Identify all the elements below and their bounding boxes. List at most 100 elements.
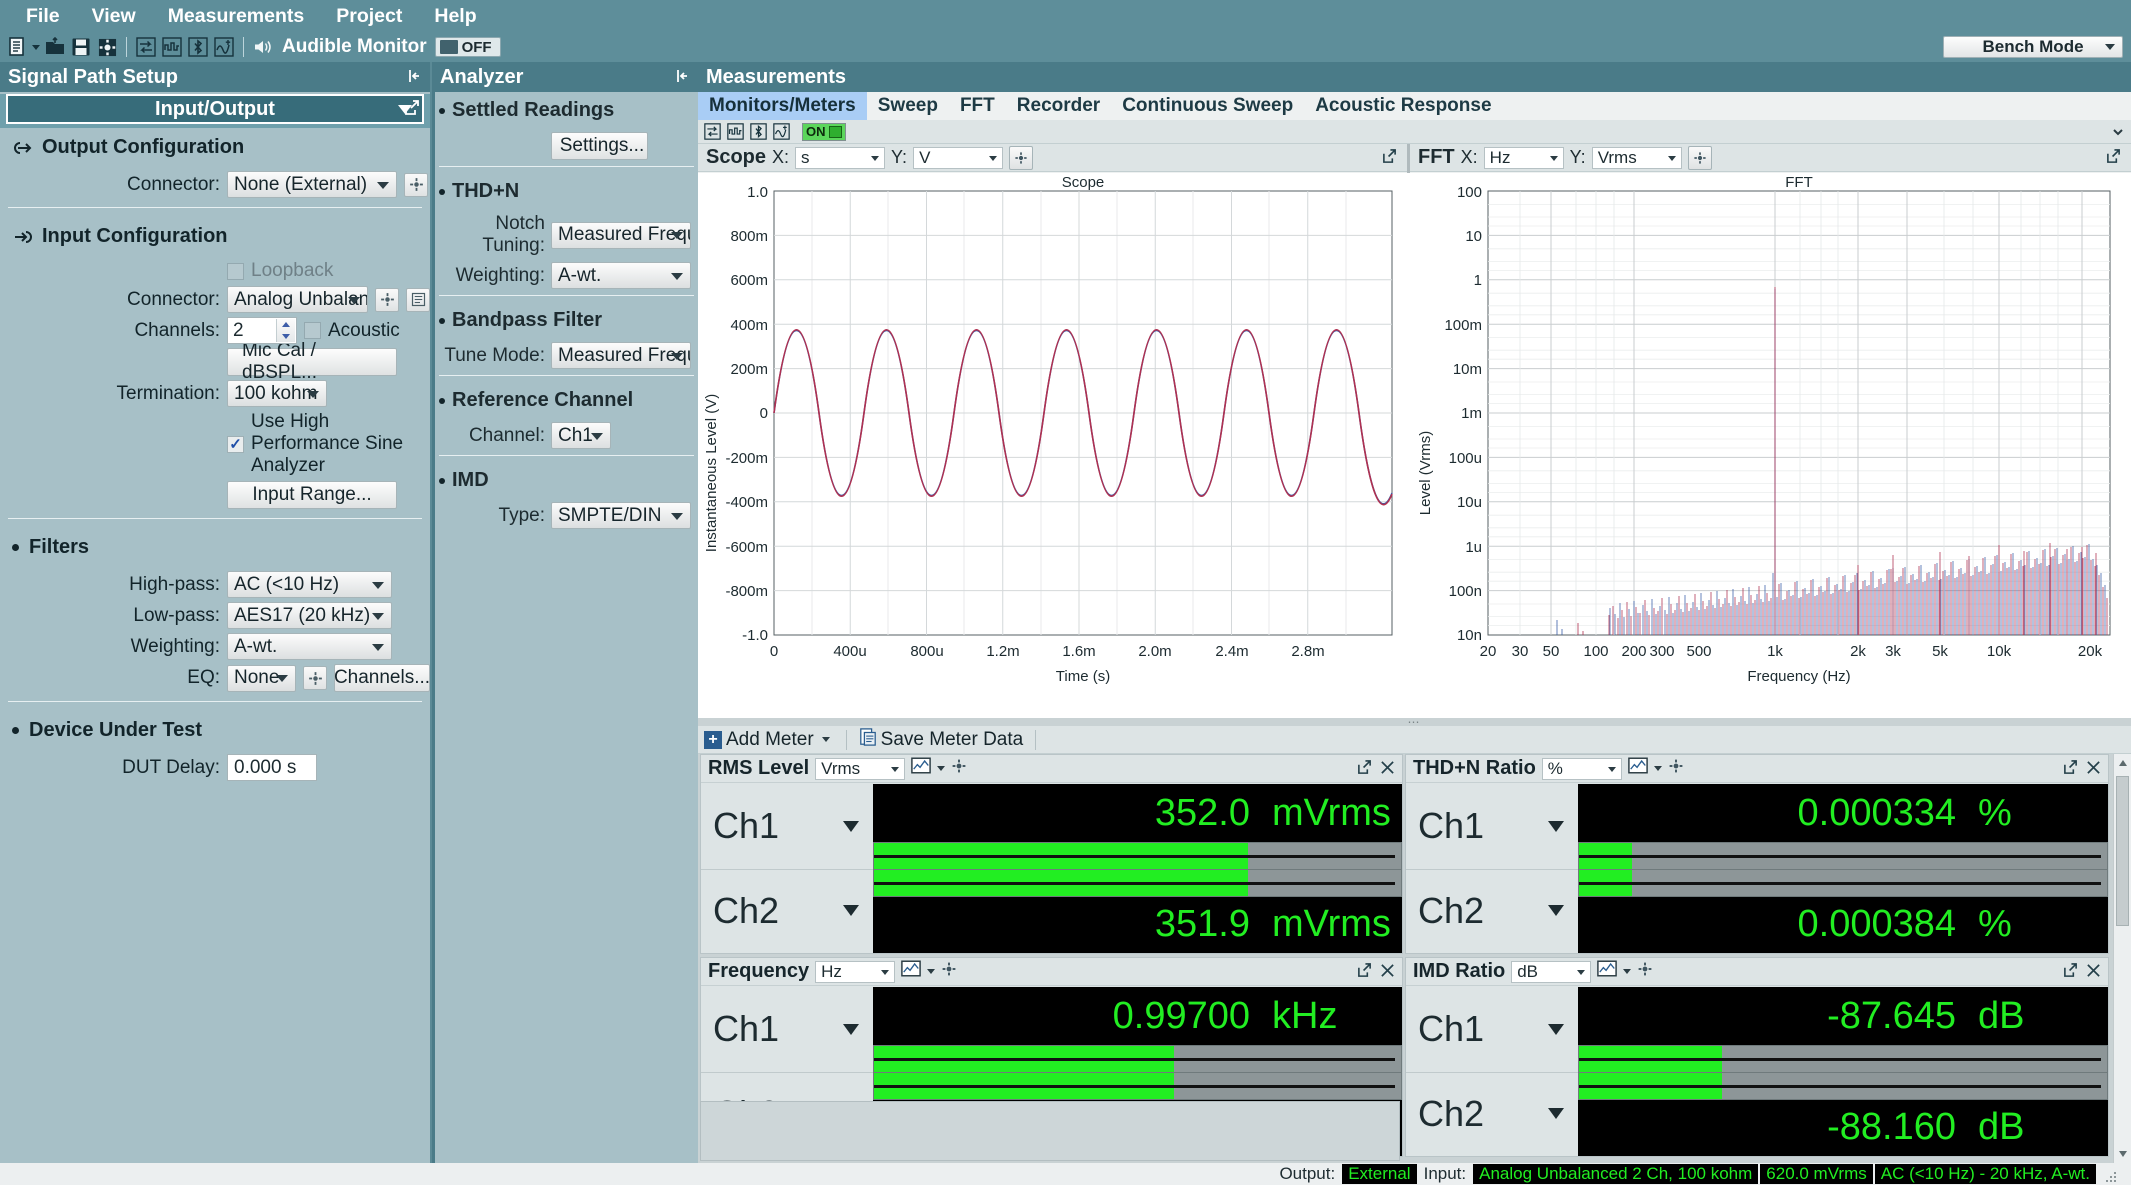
sweep-icon[interactable] [771,122,791,142]
save-icon[interactable] [70,36,92,58]
meter-close-icon[interactable] [1380,759,1395,781]
input-connector-report-button[interactable] [406,287,430,312]
menu-item-file[interactable]: File [10,2,76,31]
channels-stepper[interactable]: 2 [227,317,297,344]
meter-channel-selector[interactable]: Ch1 [1406,784,1578,869]
meter-graph-icon[interactable] [1627,757,1648,780]
fft-y-unit-combo[interactable]: Vrms [1591,146,1682,169]
scope-x-unit-combo[interactable]: s [795,146,886,169]
meter-close-icon[interactable] [2086,759,2101,781]
meter-settings-icon[interactable] [951,758,967,780]
meters-scrollbar[interactable] [2113,754,2131,1163]
scroll-up-icon[interactable] [2114,754,2131,772]
meter-channel-selector[interactable]: Ch1 [1406,987,1578,1072]
input-connector-combo[interactable]: Analog Unbalanced [227,286,368,313]
lowpass-combo[interactable]: AES17 (20 kHz) [227,602,392,629]
channels-increment[interactable] [277,319,295,331]
collapse-pane-icon[interactable] [674,67,690,90]
meter-graph-icon[interactable] [901,960,921,983]
bench-mode-selector[interactable]: Bench Mode [1943,36,2123,58]
tune-mode-combo[interactable]: Measured Freque [551,342,691,369]
notch-tuning-combo[interactable]: Measured Freque [551,221,691,249]
menu-item-project[interactable]: Project [320,2,418,31]
new-document-dropdown-icon[interactable] [30,37,42,57]
fft-x-unit-combo[interactable]: Hz [1483,146,1564,169]
input-range-button[interactable]: Input Range... [227,481,397,509]
output-connector-combo[interactable]: None (External) [227,171,397,198]
meter-channel-selector[interactable]: Ch1 [701,987,873,1072]
resize-grip-icon[interactable] [2105,1168,2117,1182]
meter-popout-icon[interactable] [2063,962,2078,984]
meter-graph-dropdown-icon[interactable] [1623,969,1632,974]
save-meter-data-label[interactable]: Save Meter Data [881,729,1024,751]
eq-combo[interactable]: None [227,664,296,692]
mic-cal-button[interactable]: Mic Cal / dBSPL... [227,340,397,383]
scroll-down-icon[interactable] [2114,1145,2131,1163]
fft-settings-button[interactable] [1687,145,1712,170]
hp-sine-checkbox[interactable]: ✓ [227,435,244,453]
tab-acoustic-response[interactable]: Acoustic Response [1304,92,1502,120]
meter-graph-dropdown-icon[interactable] [1653,766,1662,771]
meter-unit-combo[interactable]: Vrms [815,757,906,780]
meter-settings-icon[interactable] [1668,758,1684,780]
signal-path-icon[interactable] [135,36,157,58]
loopback-checkbox[interactable] [227,262,244,280]
meter-popout-icon[interactable] [2063,759,2078,781]
meter-graph-dropdown-icon[interactable] [937,766,946,771]
menu-item-view[interactable]: View [76,2,152,31]
fft-plot[interactable]: Level (Vrms) 100 10 1 100m 10m 1m 100u 1… [1410,173,2131,726]
termination-combo[interactable]: 100 kohm [227,380,327,407]
signal-path-icon[interactable] [702,122,722,142]
meter-channel-selector[interactable]: Ch2 [1406,1072,1578,1157]
meter-unit-combo[interactable]: Hz [815,960,896,983]
meter-close-icon[interactable] [2086,962,2101,984]
channels-spin-buttons[interactable] [276,319,295,342]
popout-icon[interactable] [404,100,420,122]
thdn-weighting-combo[interactable]: A-wt. [551,262,691,289]
tab-continuous-sweep[interactable]: Continuous Sweep [1111,92,1304,120]
output-connector-settings-button[interactable] [404,172,428,197]
graphs-meters-splitter[interactable]: ⋯ [698,716,2131,728]
filters-channels-button[interactable]: Channels... [334,664,430,692]
dut-delay-input[interactable]: 0.000 s [227,754,317,781]
meter-graph-icon[interactable] [911,757,931,780]
imd-type-combo[interactable]: SMPTE/DIN [551,502,691,529]
reference-channel-combo[interactable]: Ch1 [551,422,611,449]
tab-monitors-meters[interactable]: Monitors/Meters [698,92,867,120]
measurements-toolbar-expand-icon[interactable] [2111,123,2125,145]
bluetooth-icon[interactable] [748,122,768,142]
menu-item-measurements[interactable]: Measurements [152,2,321,31]
meter-settings-icon[interactable] [941,961,957,983]
tab-recorder[interactable]: Recorder [1006,92,1111,120]
meter-channel-selector[interactable]: Ch1 [701,784,873,869]
open-project-icon[interactable] [44,36,66,58]
add-meter-dropdown-icon[interactable] [821,737,830,742]
eq-settings-button[interactable] [303,666,327,690]
meter-graph-icon[interactable] [1597,960,1618,983]
meter-close-icon[interactable] [1380,962,1395,984]
save-meter-data-icon[interactable] [859,727,877,752]
meter-channel-selector[interactable]: Ch2 [1406,869,1578,954]
meter-popout-icon[interactable] [1357,962,1372,984]
run-state-toggle[interactable]: ON [802,122,846,141]
scope-plot[interactable]: Instantaneous Level (V) 1.0 800m 600m 40… [698,173,1410,726]
signal-path-selector[interactable]: Input/Output [6,94,424,124]
fft-popout-icon[interactable] [2106,148,2121,170]
channels-decrement[interactable] [277,331,295,343]
input-connector-settings-button[interactable] [375,287,399,312]
tab-fft[interactable]: FFT [949,92,1006,120]
scope-popout-icon[interactable] [1382,148,1397,170]
meter-settings-icon[interactable] [1637,961,1653,983]
meter-unit-combo[interactable]: dB [1511,960,1592,983]
waveform-icon[interactable] [725,122,745,142]
add-meter-icon[interactable]: + [704,730,722,749]
highpass-combo[interactable]: AC (<10 Hz) [227,571,392,598]
audible-monitor-toggle[interactable]: OFF [434,37,501,57]
sweep-icon[interactable] [213,36,235,58]
meter-channel-selector[interactable]: Ch2 [701,869,873,954]
settled-settings-button[interactable]: Settings... [551,132,648,160]
scrollbar-thumb[interactable] [2116,776,2129,926]
bluetooth-icon[interactable] [187,36,209,58]
menu-item-help[interactable]: Help [418,2,492,31]
waveform-icon[interactable] [161,36,183,58]
